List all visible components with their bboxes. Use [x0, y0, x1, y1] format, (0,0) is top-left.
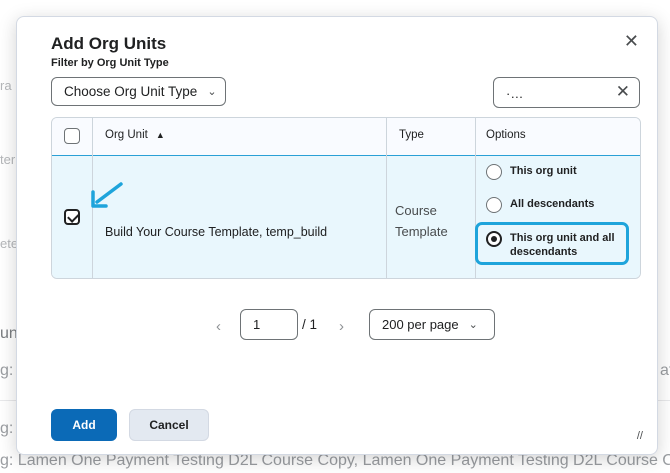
cancel-button[interactable]: Cancel [129, 409, 209, 441]
page-total: / 1 [302, 317, 318, 332]
column-divider [386, 155, 387, 278]
sort-ascending-icon: ▲ [155, 130, 165, 140]
page-number-input[interactable] [240, 309, 298, 340]
chevron-left-icon[interactable]: ‹ [216, 318, 221, 335]
background-text: g: [0, 362, 14, 379]
column-header-label: Org Unit [105, 129, 148, 141]
org-unit-type: Course Template [395, 203, 448, 239]
org-unit-type-select-label: Choose Org Unit Type [64, 84, 198, 99]
option-label: All descendants [510, 198, 595, 210]
background-text: at [660, 362, 670, 379]
clear-icon[interactable]: ✕ [616, 82, 630, 102]
table-header: Org Unit ▲ Type Options [52, 118, 640, 156]
column-divider [475, 118, 476, 155]
chevron-down-icon: ⌄ [207, 86, 217, 98]
add-org-units-dialog: Add Org Units ✕ Filter by Org Unit Type … [16, 16, 658, 455]
filter-label: Filter by Org Unit Type [51, 57, 169, 69]
option-all-descendants[interactable]: All descendants [486, 197, 618, 213]
resize-handle-icon[interactable]: // [637, 430, 643, 442]
search-input[interactable] [504, 83, 608, 103]
row-checkbox[interactable] [64, 209, 80, 225]
dialog-title: Add Org Units [51, 34, 167, 53]
chevron-down-icon: ⌄ [468, 319, 478, 331]
column-header-options: Options [486, 129, 526, 141]
org-unit-type-select[interactable]: Choose Org Unit Type ⌄ [51, 77, 226, 106]
per-page-label: 200 per page [382, 317, 459, 332]
column-divider [386, 118, 387, 155]
background-text: ra [0, 78, 12, 93]
annotation-arrow-icon [91, 182, 123, 208]
background-text: ter [0, 152, 16, 167]
org-unit-name: Build Your Course Template, temp_build [105, 225, 328, 239]
select-all-checkbox[interactable] [64, 128, 80, 144]
column-header-type: Type [399, 129, 424, 141]
background-text: g: [0, 420, 14, 437]
chevron-right-icon[interactable]: › [339, 318, 344, 335]
column-divider [92, 155, 93, 278]
annotation-highlight-box [475, 222, 629, 265]
close-icon[interactable]: ✕ [624, 31, 639, 52]
column-divider [92, 118, 93, 155]
add-button[interactable]: Add [51, 409, 117, 441]
per-page-select[interactable]: 200 per page ⌄ [369, 309, 495, 340]
radio-button[interactable] [486, 197, 502, 213]
option-this-org-unit[interactable]: This org unit [486, 164, 618, 180]
search-field[interactable]: ✕ [493, 77, 640, 108]
column-header-org-unit[interactable]: Org Unit ▲ [105, 129, 165, 141]
option-label: This org unit [510, 165, 577, 177]
radio-button[interactable] [486, 164, 502, 180]
